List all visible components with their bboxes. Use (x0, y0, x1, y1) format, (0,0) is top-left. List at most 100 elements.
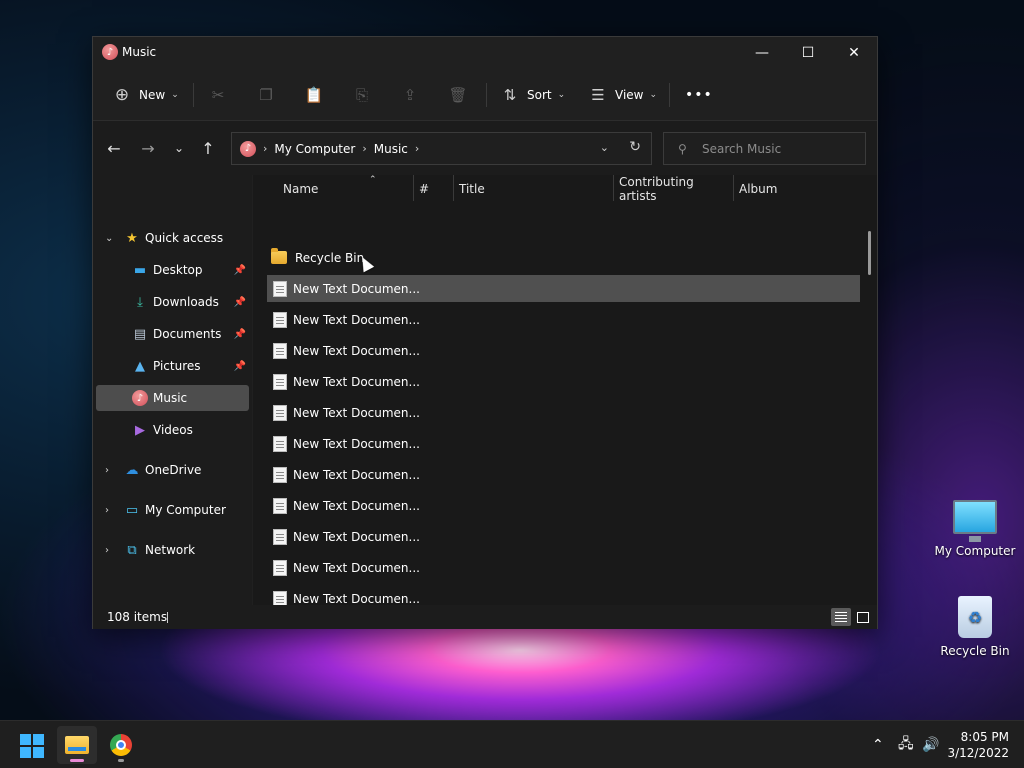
sidebar-item-music[interactable]: ♪ Music (96, 385, 249, 411)
pin-icon[interactable]: 📌 (234, 361, 246, 372)
back-button[interactable]: ← (101, 135, 127, 161)
recent-locations-button[interactable]: ⌄ (166, 135, 192, 161)
cut-button[interactable]: ✂ (207, 81, 229, 109)
view-label: View (615, 88, 644, 102)
toolbar-divider (193, 83, 194, 107)
list-item[interactable]: Recycle Bin (267, 244, 860, 271)
maximize-button[interactable]: ☐ (785, 37, 831, 69)
sidebar-item-label: Pictures (153, 359, 201, 373)
volume-button[interactable]: 🔊 (922, 721, 939, 768)
rename-button[interactable]: ⎘ (351, 81, 373, 109)
column-divider[interactable] (453, 175, 454, 201)
close-button[interactable]: ✕ (831, 37, 877, 69)
column-header-name[interactable]: Name ⌃ (283, 175, 413, 203)
chevron-right-icon: › (414, 142, 420, 155)
sidebar-item-label: Network (145, 543, 196, 557)
arrow-left-icon: ← (107, 138, 121, 158)
column-header-album[interactable]: Album (739, 175, 859, 203)
list-item[interactable]: New Text Documen... (267, 430, 860, 457)
title-bar[interactable]: ♪ Music — ☐ ✕ (93, 37, 877, 69)
forward-button[interactable]: → (135, 135, 161, 161)
view-button[interactable]: ☰ View ⌄ (587, 81, 657, 109)
windows-logo-icon (33, 734, 44, 745)
list-item[interactable]: New Text Documen... (267, 368, 860, 395)
sidebar-item-pictures[interactable]: ▲ Pictures 📌 (96, 353, 249, 379)
vertical-scrollbar[interactable] (868, 231, 871, 275)
sidebar-item-network[interactable]: › ⧉ Network (96, 537, 249, 563)
text-file-icon (273, 373, 287, 390)
text-file-icon (273, 342, 287, 359)
desktop-recycle-bin[interactable]: ♻ Recycle Bin (930, 596, 1020, 658)
list-item[interactable]: New Text Documen... (267, 492, 860, 519)
paste-button[interactable]: 📋 (303, 81, 325, 109)
up-button[interactable]: ↑ (195, 135, 221, 161)
breadcrumb-music[interactable]: Music (374, 142, 408, 156)
search-icon: ⚲ (678, 141, 687, 156)
text-file-icon (273, 497, 287, 514)
address-bar[interactable]: ♪ › My Computer › Music › ⌄ ↻ (231, 132, 652, 165)
sidebar-item-label: Quick access (145, 231, 224, 245)
sidebar-item-videos[interactable]: ▶ Videos (96, 417, 249, 443)
music-icon: ♪ (240, 140, 256, 157)
chevron-down-icon: ⌄ (105, 232, 114, 244)
sidebar-item-label: OneDrive (145, 463, 202, 477)
refresh-icon[interactable]: ↻ (629, 139, 641, 155)
new-button[interactable]: ⊕ New ⌄ (111, 81, 179, 109)
sidebar-item-label: Desktop (153, 263, 203, 277)
column-divider[interactable] (733, 175, 734, 201)
navigation-bar: ← → ⌄ ↑ ♪ › My Computer › Music › ⌄ ↻ ⚲ (93, 121, 877, 175)
list-item[interactable]: New Text Documen... (267, 275, 860, 302)
column-label: Title (459, 182, 485, 196)
desktop-my-computer[interactable]: My Computer (930, 500, 1020, 558)
list-item[interactable]: New Text Documen... (267, 306, 860, 333)
active-app-indicator (70, 759, 84, 762)
sidebar-item-onedrive[interactable]: › ☁ OneDrive (96, 457, 249, 483)
column-header-title[interactable]: Title (459, 175, 613, 203)
clock[interactable]: 8:05 PM 3/12/2022 (947, 729, 1009, 761)
show-hidden-icons-button[interactable]: ⌃ (872, 721, 884, 768)
network-status-button[interactable]: 🖧 (898, 721, 914, 768)
sidebar-item-desktop[interactable]: ▬ Desktop 📌 (96, 257, 249, 283)
taskbar-file-explorer[interactable] (57, 726, 97, 764)
list-item[interactable]: New Text Documen... (267, 554, 860, 581)
copy-button[interactable]: ❐ (255, 81, 277, 109)
start-button[interactable] (20, 734, 44, 758)
minimize-button[interactable]: — (739, 37, 785, 69)
address-history-dropdown[interactable]: ⌄ (600, 141, 609, 154)
chevron-down-icon: ⌄ (173, 141, 185, 155)
pin-icon[interactable]: 📌 (234, 297, 246, 308)
status-bar: 108 items (93, 605, 877, 629)
navigation-pane: ⌄ ★ Quick access ▬ Desktop 📌 ⤓ Downloads… (93, 175, 252, 605)
list-item[interactable]: New Text Documen... (267, 399, 860, 426)
pin-icon[interactable]: 📌 (234, 329, 246, 340)
pin-icon[interactable]: 📌 (234, 265, 246, 276)
large-icons-view-button[interactable] (853, 608, 873, 626)
share-button[interactable]: ⇪ (399, 81, 421, 109)
details-view-button[interactable] (831, 608, 851, 626)
breadcrumb-my-computer[interactable]: My Computer (274, 142, 355, 156)
taskbar-chrome[interactable] (101, 726, 141, 764)
plus-circle-icon: ⊕ (114, 85, 130, 105)
list-item[interactable]: New Text Documen... (267, 523, 860, 550)
column-divider[interactable] (613, 175, 614, 201)
column-header-contributing-artists[interactable]: Contributing artists (619, 175, 733, 203)
list-item[interactable]: New Text Documen... (267, 461, 860, 488)
list-item[interactable]: New Text Documen... (267, 337, 860, 364)
chevron-up-icon: ⌃ (872, 737, 884, 753)
sidebar-item-my-computer[interactable]: › ▭ My Computer (96, 497, 249, 523)
search-input[interactable] (702, 141, 862, 156)
more-options-button[interactable]: ••• (685, 81, 713, 109)
list-item[interactable]: New Text Documen... (267, 585, 860, 605)
documents-icon: ▤ (133, 326, 147, 342)
column-header-number[interactable]: # (419, 175, 453, 203)
delete-button[interactable]: 🗑 (447, 81, 469, 109)
sidebar-item-documents[interactable]: ▤ Documents 📌 (96, 321, 249, 347)
file-explorer-icon (65, 736, 89, 754)
search-box[interactable]: ⚲ (663, 132, 866, 165)
sidebar-item-label: Downloads (153, 295, 219, 309)
sidebar-item-downloads[interactable]: ⤓ Downloads 📌 (96, 289, 249, 315)
column-divider[interactable] (413, 175, 414, 201)
sidebar-item-quick-access[interactable]: ⌄ ★ Quick access (96, 225, 249, 251)
item-count: 108 items (107, 610, 168, 624)
sort-button[interactable]: ⇅ Sort ⌄ (499, 81, 565, 109)
